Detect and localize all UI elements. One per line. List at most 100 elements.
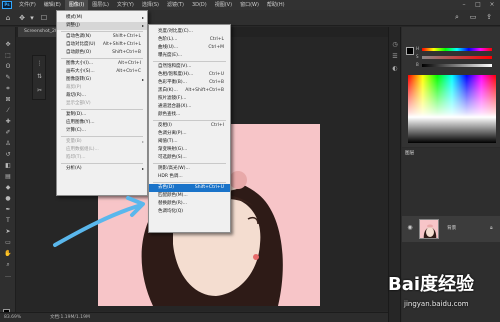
zoom-level[interactable]: 83.69%: [4, 313, 21, 322]
adjust_menu-item[interactable]: 黑白(K)... Alt+Shift+Ctrl+B: [149, 87, 230, 95]
blur-tool-icon[interactable]: ◆: [3, 183, 13, 192]
adjust_menu-item[interactable]: 阈值(T)...: [149, 138, 230, 146]
adjust_menu-item[interactable]: 色彩平衡(B)... Ctrl+B: [149, 79, 230, 87]
adjust_menu-item[interactable]: 去色(D) Shift+Ctrl+U: [149, 184, 230, 192]
menu-window[interactable]: 窗口(W): [236, 0, 263, 10]
adjust_menu-item-label: 曲线(U)...: [158, 45, 179, 50]
properties-panel-icon[interactable]: ☰: [391, 53, 399, 61]
image_menu-item[interactable]: 应用图像(Y)...: [57, 119, 147, 127]
image_menu-item[interactable]: 图像旋转(G) ▸: [57, 76, 147, 84]
image_menu-item[interactable]: 复制(D)...: [57, 111, 147, 119]
menu-layer[interactable]: 图层(L): [88, 0, 113, 10]
close-icon[interactable]: ×: [486, 0, 498, 10]
minimize-icon[interactable]: –: [458, 0, 470, 10]
adjust_menu-item[interactable]: 可选颜色(S)...: [149, 154, 230, 162]
menu-3d[interactable]: 3D(D): [188, 0, 211, 10]
adjust_menu-item[interactable]: 渐变映射(G)...: [149, 146, 230, 154]
pen-tool-icon[interactable]: ✒: [3, 205, 13, 214]
menu-file[interactable]: 文件(F): [15, 0, 40, 10]
adjust_menu-item[interactable]: 色相/饱和度(H)... Ctrl+U: [149, 71, 230, 79]
layer-row[interactable]: ◉ 背景 🔒︎: [402, 216, 500, 242]
adjust_menu-item[interactable]: 阴影/高光(W)...: [149, 165, 230, 173]
adjust_menu-item-label: 色相/饱和度(H)...: [158, 72, 194, 77]
menu-filter[interactable]: 滤镜(T): [163, 0, 188, 10]
adjust_menu-item[interactable]: 反相(I) Ctrl+I: [149, 122, 230, 130]
share-icon[interactable]: ⇪: [484, 12, 494, 22]
marquee-tool-icon[interactable]: ⬚: [3, 51, 13, 60]
image_menu-item[interactable]: 调整(J) ▸: [57, 22, 147, 30]
adjust_menu-item[interactable]: 曲线(U)... Ctrl+M: [149, 44, 230, 52]
adjust_menu-item[interactable]: 照片滤镜(F)...: [149, 95, 230, 103]
image_menu-item[interactable]: 画布大小(S)... Alt+Ctrl+C: [57, 68, 147, 76]
auto-select-checkbox[interactable]: ☐: [40, 14, 48, 22]
hand-tool-icon[interactable]: ✋: [3, 249, 13, 258]
brightness-slider[interactable]: [422, 64, 492, 67]
adjust_menu-item[interactable]: 替换颜色(R)...: [149, 200, 230, 208]
zoom-tool-icon[interactable]: ⌕: [3, 260, 13, 269]
type-tool-icon[interactable]: T: [3, 216, 13, 225]
layers-tab[interactable]: 图层: [405, 150, 414, 156]
dodge-tool-icon[interactable]: ●: [3, 194, 13, 203]
eraser-tool-icon[interactable]: ◧: [3, 161, 13, 170]
image_menu-item[interactable]: 自动对比度(U) Alt+Shift+Ctrl+L: [57, 41, 147, 49]
adjust_menu-item[interactable]: 色调分离(P)...: [149, 130, 230, 138]
image_menu-item[interactable]: 图像大小(I)... Alt+Ctrl+I: [57, 60, 147, 68]
healing-brush-tool-icon[interactable]: ✚: [3, 117, 13, 126]
layer-name[interactable]: 背景: [447, 225, 456, 231]
lasso-tool-icon[interactable]: ʘ: [3, 62, 13, 71]
clone-stamp-tool-icon[interactable]: ♙: [3, 139, 13, 148]
image_menu-item[interactable]: 自动色调(N) Shift+Ctrl+L: [57, 33, 147, 41]
workspace-icon[interactable]: ▭: [468, 12, 478, 22]
adjustments-panel-icon[interactable]: ◐: [391, 65, 399, 73]
adjust_menu-item-label: 阴影/高光(W)...: [158, 166, 190, 171]
image_menu-item[interactable]: 分析(A) ▸: [57, 165, 147, 173]
image_menu-item[interactable]: 模式(M) ▸: [57, 14, 147, 22]
adjust_menu-item[interactable]: 通道混合器(X)...: [149, 103, 230, 111]
adjust_menu-item[interactable]: 色调均化(Q): [149, 208, 230, 216]
adjust_menu-item[interactable]: HDR 色调...: [149, 173, 230, 181]
menu-select[interactable]: 选择(S): [138, 0, 163, 10]
menu-view[interactable]: 视图(V): [211, 0, 236, 10]
menu-type[interactable]: 文字(Y): [113, 0, 138, 10]
history-brush-tool-icon[interactable]: ↺: [3, 150, 13, 159]
image_menu-item-label: 显示全部(V): [66, 101, 91, 106]
adjust_menu-item[interactable]: 色阶(L)... Ctrl+L: [149, 36, 230, 44]
saturation-slider[interactable]: [422, 56, 492, 59]
grip-icon[interactable]: ⋮: [35, 59, 44, 68]
color-spectrum[interactable]: [408, 75, 496, 143]
brush-tool-icon[interactable]: ✐: [3, 128, 13, 137]
adjust_menu-item[interactable]: 亮度/对比度(C)...: [149, 28, 230, 36]
maximize-icon[interactable]: □: [472, 0, 484, 10]
crop-tool-icon[interactable]: ⌗: [3, 84, 13, 93]
chevron-down-icon[interactable]: ▾: [28, 14, 36, 22]
move-tool-icon[interactable]: ✥: [3, 40, 13, 49]
home-icon[interactable]: ⌂: [4, 14, 12, 22]
menu-image[interactable]: 图像(I): [64, 0, 89, 10]
shape-tool-icon[interactable]: ▭: [3, 238, 13, 247]
adjust_menu-item[interactable]: 自然饱和度(V)...: [149, 63, 230, 71]
tools-icon[interactable]: ✂: [35, 86, 44, 95]
menu-help[interactable]: 帮助(H): [263, 0, 289, 10]
path-select-tool-icon[interactable]: ➤: [3, 227, 13, 236]
doc-size[interactable]: 文档:1.19M/1.19M: [50, 313, 90, 322]
image_menu-item[interactable]: 自动颜色(O) Shift+Ctrl+B: [57, 49, 147, 57]
adjust-icon[interactable]: ⇅: [35, 72, 44, 81]
adjust_menu-item[interactable]: 颜色查找...: [149, 111, 230, 119]
gradient-tool-icon[interactable]: ▤: [3, 172, 13, 181]
frame-tool-icon[interactable]: ⊠: [3, 95, 13, 104]
adjust_menu-item-label: 匹配颜色(M)...: [158, 193, 188, 198]
more-tools-icon[interactable]: …: [3, 271, 13, 280]
adjust_menu-item[interactable]: 曝光度(E)...: [149, 52, 230, 60]
quick-select-tool-icon[interactable]: ✎: [3, 73, 13, 82]
color-panel-fg-swatch[interactable]: [406, 47, 414, 55]
search-icon[interactable]: ⌕: [452, 12, 462, 22]
history-panel-icon[interactable]: ◷: [391, 41, 399, 49]
image_menu-item[interactable]: 计算(C)...: [57, 127, 147, 135]
hue-slider[interactable]: [422, 48, 492, 51]
image_menu-item[interactable]: 裁切(R)...: [57, 92, 147, 100]
adjust_menu-item[interactable]: 匹配颜色(M)...: [149, 192, 230, 200]
eyedropper-tool-icon[interactable]: ⁄: [3, 106, 13, 115]
eye-icon[interactable]: ◉: [406, 224, 414, 232]
menu-edit[interactable]: 编辑(E): [40, 0, 65, 10]
move-tool-icon[interactable]: ✥: [18, 14, 26, 22]
